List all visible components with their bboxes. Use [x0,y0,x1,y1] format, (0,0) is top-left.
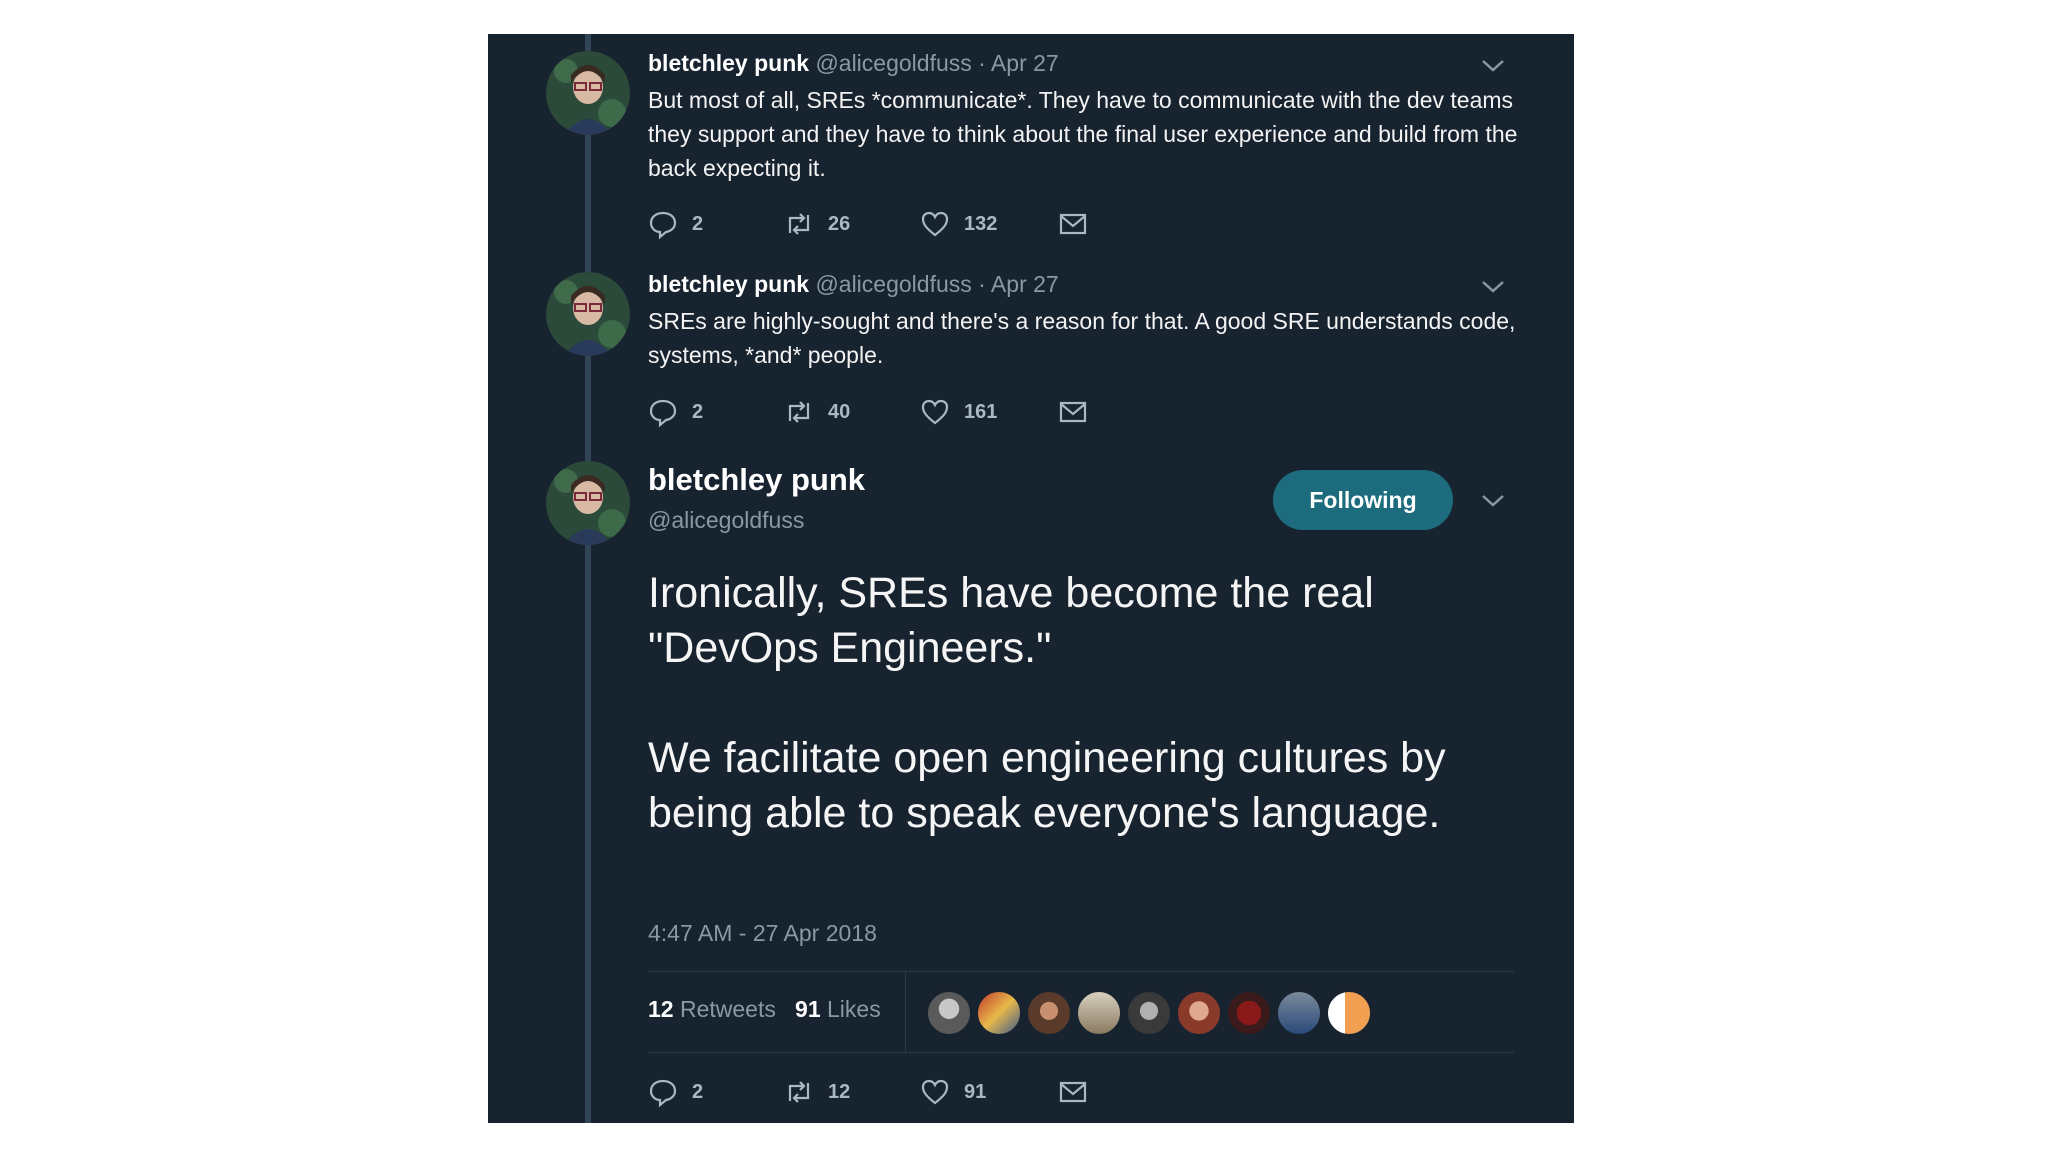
liker-avatar[interactable] [1126,990,1172,1036]
tweet-thread-panel: bletchley punk @alicegoldfuss · Apr 27 B… [488,34,1574,1123]
tweet-header: bletchley punk @alicegoldfuss · Apr 27 [648,50,1059,77]
chevron-down-icon[interactable] [1480,277,1506,295]
thread-line [585,34,591,1123]
like-button[interactable]: 91 [920,1072,986,1112]
liker-avatar[interactable] [1076,990,1122,1036]
message-icon [1059,1081,1087,1103]
author-handle[interactable]: @alicegoldfuss [815,271,971,297]
like-icon [921,1079,949,1105]
divider [648,971,1514,972]
liker-avatar[interactable] [1026,990,1072,1036]
chevron-down-icon[interactable] [1480,56,1506,74]
reply-icon [649,211,677,239]
author-name[interactable]: bletchley punk [648,50,809,76]
tweet-actions: 2 12 91 [648,1072,1108,1112]
engagement-stats: 12 Retweets 91 Likes [648,996,881,1023]
liker-avatar[interactable] [976,990,1022,1036]
reply-icon [649,399,677,427]
main-tweet-text: Ironically, SREs have become the real "D… [648,569,1446,837]
chevron-down-icon[interactable] [1480,491,1506,509]
tweet-timestamp[interactable]: 4:47 AM - 27 Apr 2018 [648,920,877,947]
liker-avatar[interactable] [1276,990,1322,1036]
following-button[interactable]: Following [1273,470,1453,530]
avatar[interactable] [546,51,630,135]
author-name[interactable]: bletchley punk [648,462,865,498]
like-button[interactable]: 132 [920,204,997,244]
like-icon [921,211,949,237]
reply-count: 2 [692,1080,704,1103]
message-icon [1059,213,1087,235]
retweet-button[interactable]: 26 [784,204,850,244]
tweet-actions: 2 40 161 [648,392,1108,432]
like-count: 132 [964,212,998,235]
author-handle[interactable]: @alicegoldfuss [648,507,804,534]
retweets-stat[interactable]: 12 Retweets [648,996,776,1022]
divider [905,972,906,1052]
reply-button[interactable]: 2 [648,1072,703,1112]
author-name[interactable]: bletchley punk [648,271,809,297]
reply-count: 2 [692,212,704,235]
like-icon [921,399,949,425]
likes-stat[interactable]: 91 Likes [795,996,881,1022]
retweet-count: 12 [828,1080,851,1103]
liker-avatar[interactable] [926,990,972,1036]
tweet-header: bletchley punk @alicegoldfuss · Apr 27 [648,271,1059,298]
divider [648,1052,1514,1053]
author-handle[interactable]: @alicegoldfuss [815,50,971,76]
tweet-date[interactable]: · Apr 27 [978,271,1059,297]
retweet-button[interactable]: 12 [784,1072,850,1112]
reply-button[interactable]: 2 [648,204,703,244]
avatar[interactable] [546,272,630,356]
like-count: 161 [964,400,998,423]
message-button[interactable] [1058,1072,1088,1112]
retweet-icon [788,213,810,235]
message-icon [1059,401,1087,423]
liker-avatar[interactable] [1176,990,1222,1036]
liker-avatar[interactable] [1326,990,1372,1036]
reply-icon [649,1079,677,1107]
retweet-count: 40 [828,400,851,423]
liker-avatar[interactable] [1226,990,1272,1036]
retweet-icon [788,1081,810,1103]
retweet-icon [788,401,810,423]
reply-count: 2 [692,400,704,423]
tweet-date[interactable]: · Apr 27 [978,50,1059,76]
message-button[interactable] [1058,204,1088,244]
message-button[interactable] [1058,392,1088,432]
tweet-text: SREs are highly-sought and there's a rea… [648,308,1516,368]
like-button[interactable]: 161 [920,392,997,432]
retweet-button[interactable]: 40 [784,392,850,432]
tweet-text: But most of all, SREs *communicate*. The… [648,87,1518,181]
retweet-count: 26 [828,212,851,235]
reply-button[interactable]: 2 [648,392,703,432]
tweet-actions: 2 26 132 [648,204,1108,244]
like-count: 91 [964,1080,987,1103]
avatar[interactable] [546,461,630,545]
